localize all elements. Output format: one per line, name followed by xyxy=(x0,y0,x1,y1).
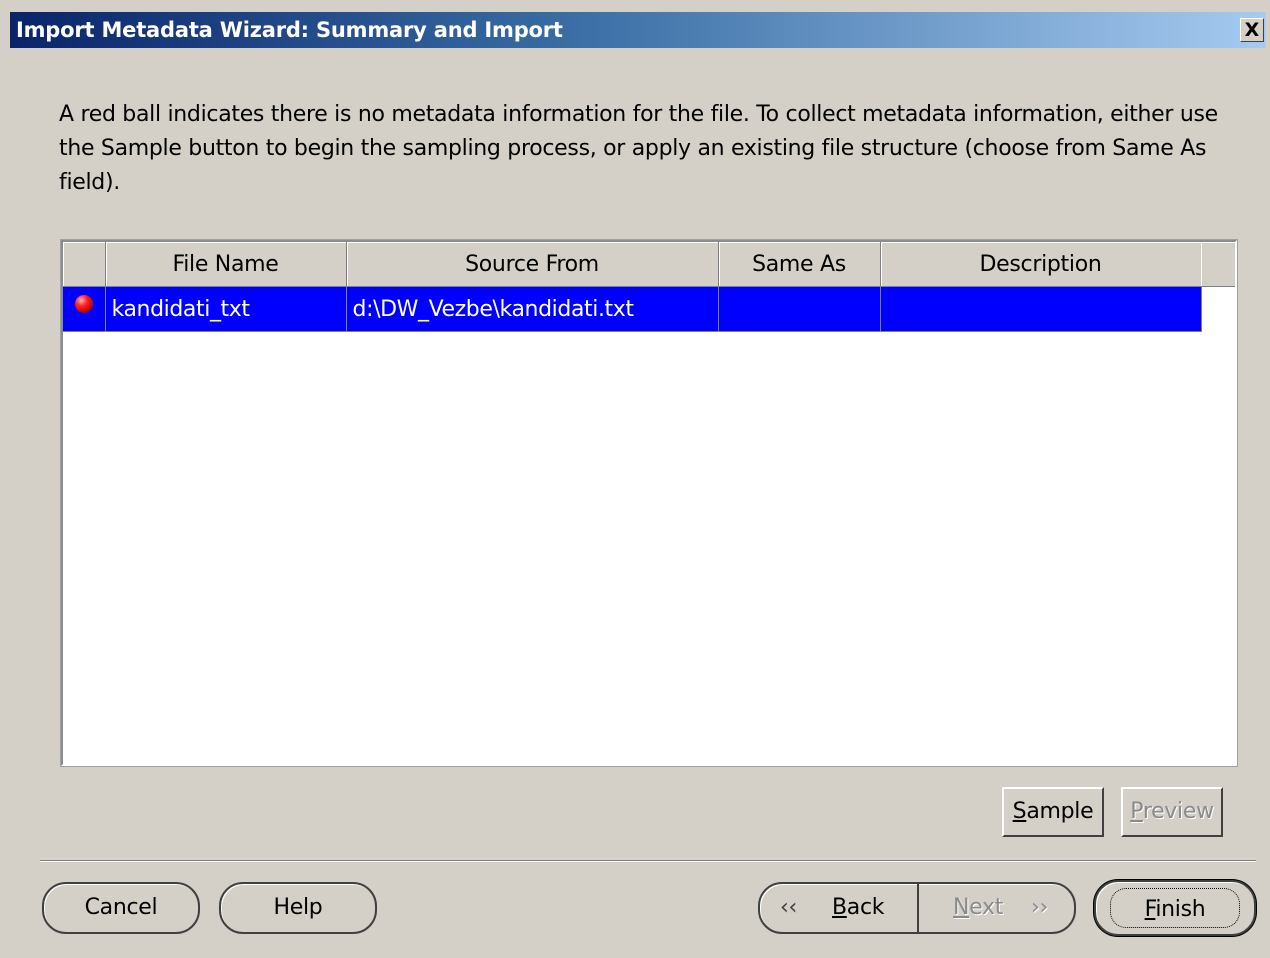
finish-button[interactable]: Finish xyxy=(1094,880,1256,936)
close-icon: X xyxy=(1244,19,1260,41)
red-ball-icon xyxy=(74,294,93,313)
navigation-button-group: ‹‹ Back Next ›› xyxy=(758,882,1076,934)
import-metadata-wizard-dialog: Import Metadata Wizard: Summary and Impo… xyxy=(0,0,1270,958)
files-grid: File Name Source From Same As Descriptio… xyxy=(63,242,1202,332)
next-button[interactable]: Next ›› xyxy=(919,884,1074,932)
next-label-wrap: Next xyxy=(953,884,1003,932)
finish-mnemonic: F xyxy=(1144,897,1156,922)
back-mnemonic: B xyxy=(832,895,847,920)
chevron-left-icon: ‹‹ xyxy=(780,895,797,920)
column-header-source-from[interactable]: Source From xyxy=(346,242,719,287)
sample-button[interactable]: Sample xyxy=(1002,787,1104,837)
column-header-same-as[interactable]: Same As xyxy=(718,242,881,287)
column-header-status[interactable] xyxy=(63,242,106,287)
files-table: File Name Source From Same As Descriptio… xyxy=(61,240,1237,766)
back-label: ack xyxy=(846,895,885,920)
title-bar: Import Metadata Wizard: Summary and Impo… xyxy=(10,12,1266,48)
next-label: ext xyxy=(969,895,1004,920)
separator-line xyxy=(40,860,1256,862)
column-header-file-name[interactable]: File Name xyxy=(105,242,347,287)
next-mnemonic: N xyxy=(953,895,970,920)
source-from-cell[interactable]: d:\DW_Vezbe\kandidati.txt xyxy=(346,286,719,332)
same-as-cell[interactable] xyxy=(718,286,881,332)
preview-label: review xyxy=(1142,799,1214,824)
window-title: Import Metadata Wizard: Summary and Impo… xyxy=(16,18,563,42)
description-cell[interactable] xyxy=(880,286,1202,332)
help-button[interactable]: Help xyxy=(219,882,377,934)
instructions-text: A red ball indicates there is no metadat… xyxy=(59,102,1218,195)
preview-mnemonic: P xyxy=(1130,799,1143,824)
close-button[interactable]: X xyxy=(1240,18,1264,42)
sample-label: ample xyxy=(1026,799,1094,824)
column-header-description[interactable]: Description xyxy=(880,242,1202,287)
finish-label: inish xyxy=(1155,897,1206,922)
cancel-button[interactable]: Cancel xyxy=(42,882,200,934)
header-filler xyxy=(1201,242,1235,287)
sample-mnemonic: S xyxy=(1012,799,1027,824)
back-button[interactable]: ‹‹ Back xyxy=(760,884,916,932)
status-cell[interactable] xyxy=(63,286,106,332)
back-label-wrap: Back xyxy=(832,884,885,932)
preview-button[interactable]: Preview xyxy=(1121,787,1223,837)
chevron-right-icon: ›› xyxy=(1031,895,1048,920)
table-row[interactable]: kandidati_txt d:\DW_Vezbe\kandidati.txt xyxy=(63,286,1202,332)
table-header-row: File Name Source From Same As Descriptio… xyxy=(63,242,1202,287)
file-name-cell[interactable]: kandidati_txt xyxy=(105,286,347,332)
